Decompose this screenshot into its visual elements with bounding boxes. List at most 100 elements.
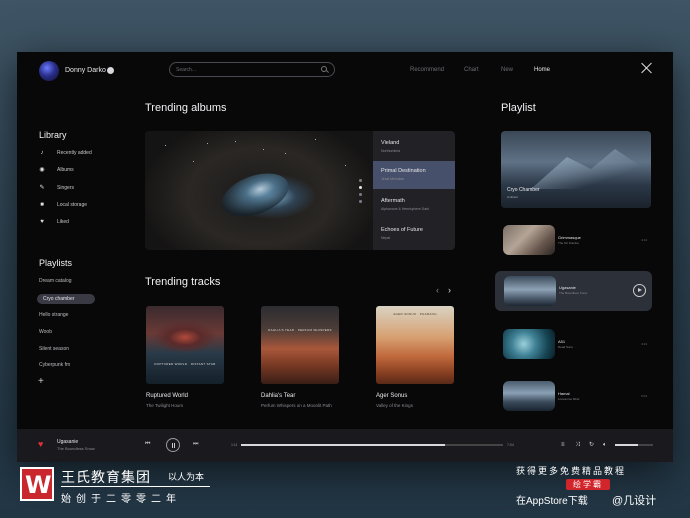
play-icon[interactable]: [633, 284, 646, 297]
track-title: Ruptured World: [146, 393, 188, 399]
now-playing-title: Ugasanie: [57, 439, 79, 445]
carousel-dots: [359, 179, 363, 207]
user-name[interactable]: Donny Darko: [65, 67, 106, 74]
track-card-ruptured-world[interactable]: RUPTURED WORLD · DISTANT STAR Ruptured W…: [146, 306, 224, 408]
track-title: Ager Sonus: [376, 393, 408, 399]
album-title: Primal Destination: [381, 168, 426, 174]
progress-bar[interactable]: [241, 444, 503, 446]
library-item-liked[interactable]: ♥ Liked: [39, 218, 129, 228]
brand-divider: [61, 486, 210, 487]
social-handle: @几设计: [612, 495, 657, 507]
album-row-primal-destination[interactable]: Primal Destination Jesal Melodias: [373, 161, 455, 189]
album-title: Vieland: [381, 140, 400, 146]
playlist-hello-strange[interactable]: Hello strange: [39, 310, 68, 320]
album-artwork[interactable]: [145, 131, 375, 250]
microphone-icon: ✎: [39, 185, 45, 191]
carousel-dot[interactable]: [359, 193, 362, 196]
album-row-echoes-of-future[interactable]: Echoes of Future Nepal: [373, 220, 455, 248]
playlist-heading: Playlist: [501, 102, 536, 114]
total-time: 7:04: [507, 443, 514, 447]
now-playing-artist: The Boundless Snow: [57, 446, 95, 451]
avatar[interactable]: [39, 61, 59, 81]
album-artist: Alphaxone & Hemisphere Dark: [381, 207, 430, 211]
playlist-dream-catalog[interactable]: Dream catalog: [39, 276, 72, 286]
album-row-aftermath[interactable]: Aftermath Alphaxone & Hemisphere Dark: [373, 191, 455, 219]
previous-icon[interactable]: ⏮: [145, 441, 150, 447]
repeat-icon[interactable]: ↻: [589, 442, 594, 448]
carousel-dot-active[interactable]: [359, 186, 362, 189]
track-card-ager-sonus[interactable]: AGER SONUS · PHARAOH Ager Sonus Valley o…: [376, 306, 454, 408]
shuffle-icon[interactable]: ⤨: [575, 442, 580, 448]
search-input[interactable]: [176, 65, 316, 75]
verified-icon: [107, 67, 114, 74]
nav-new[interactable]: New: [501, 67, 513, 73]
search-box[interactable]: [169, 62, 335, 77]
featured-title: Cryo Chamber: [507, 187, 540, 193]
volume-slider[interactable]: [615, 444, 653, 446]
featured-subtitle: Ambient: [507, 195, 519, 199]
track-cover[interactable]: DAHLIA'S TEAR · PERFUM WHISPERS: [261, 306, 339, 384]
library-item-albums[interactable]: ◉ Albums: [39, 166, 129, 176]
search-icon[interactable]: [321, 66, 327, 72]
brand-slogan: 以人为本: [168, 472, 205, 482]
playlist-track-row[interactable]: Hamal Lonesome Mind 5:03: [503, 381, 651, 411]
track-artist: The Boundless Snow: [559, 291, 588, 295]
disc-icon: ◉: [39, 167, 45, 173]
playlist-woob[interactable]: Woob: [39, 327, 52, 337]
track-thumbnail: [503, 225, 555, 255]
track-card-dahlias-tear[interactable]: DAHLIA'S TEAR · PERFUM WHISPERS Dahlia's…: [261, 306, 339, 408]
playlist-cryo-chamber[interactable]: Cryo chamber: [37, 294, 95, 304]
track-artist: The Ori Fractus: [558, 241, 579, 245]
heart-icon: ♥: [40, 219, 44, 225]
track-title: Hamal: [558, 391, 570, 396]
store-text: 在AppStore下载: [516, 496, 588, 507]
cover-text: DAHLIA'S TEAR · PERFUM WHISPERS: [268, 328, 332, 332]
elapsed-time: 1:11: [231, 443, 238, 447]
track-cover[interactable]: AGER SONUS · PHARAOH: [376, 306, 454, 384]
chevron-right-icon[interactable]: ›: [448, 286, 451, 295]
add-playlist-icon[interactable]: +: [38, 377, 44, 387]
track-cover[interactable]: RUPTURED WORLD · DISTANT STAR: [146, 306, 224, 384]
progress-fill: [241, 444, 446, 446]
library-item-label: Liked: [57, 219, 69, 225]
library-item-label: Recently added: [57, 150, 92, 156]
track-title: Grimmasque: [558, 235, 581, 240]
playlist-track-row[interactable]: Grimmasque The Ori Fractus 4:14: [503, 225, 651, 255]
volume-icon[interactable]: 🔈︎: [603, 442, 607, 448]
music-note-icon: ♪: [40, 150, 44, 156]
library-item-singers[interactable]: ✎ Singers: [39, 184, 129, 194]
library-item-label: Albums: [57, 167, 74, 173]
album-row-vieland[interactable]: Vieland Northumbria: [373, 133, 455, 161]
playlist-silent-season[interactable]: Silent season: [39, 344, 69, 354]
track-duration: 3:24: [641, 342, 647, 346]
heart-icon[interactable]: ♥: [38, 440, 43, 449]
track-thumbnail: [503, 329, 555, 359]
chevron-left-icon[interactable]: ‹: [436, 286, 439, 295]
nav-home[interactable]: Home: [534, 67, 550, 73]
track-artist: Perfum Whispers on a Moonlit Path: [261, 403, 332, 408]
track-duration: 4:14: [641, 238, 647, 242]
playlist-track-row[interactable]: A51 Dead Suns 3:24: [503, 329, 651, 359]
album-title: Aftermath: [381, 198, 405, 204]
trending-tracks-heading: Trending tracks: [145, 276, 221, 288]
brand-logo: [20, 467, 54, 501]
queue-icon[interactable]: ≡: [561, 442, 565, 448]
library-item-local-storage[interactable]: ■ Local storage: [39, 201, 129, 211]
library-item-label: Singers: [57, 185, 74, 191]
track-duration: 5:03: [641, 394, 647, 398]
nav-chart[interactable]: Chart: [464, 67, 479, 73]
track-title: Dahlia's Tear: [261, 393, 296, 399]
next-icon[interactable]: ⏭: [193, 441, 198, 447]
playlist-cyberpunk-fm[interactable]: Cyberpunk fm: [39, 360, 70, 370]
close-icon[interactable]: [641, 62, 653, 74]
album-title: Echoes of Future: [381, 227, 423, 233]
featured-playlist-card[interactable]: Cryo Chamber Ambient: [501, 131, 651, 208]
library-item-label: Local storage: [57, 202, 88, 208]
playlist-track-row-active[interactable]: Ugasanie The Boundless Snow: [495, 271, 652, 311]
library-item-recently-added[interactable]: ♪ Recently added: [39, 149, 129, 159]
album-artist: Jesal Melodias: [381, 177, 405, 181]
nav-recommend[interactable]: Recommend: [410, 67, 444, 73]
carousel-dot[interactable]: [359, 200, 362, 203]
carousel-dot[interactable]: [359, 179, 362, 182]
pause-button[interactable]: [166, 438, 180, 452]
